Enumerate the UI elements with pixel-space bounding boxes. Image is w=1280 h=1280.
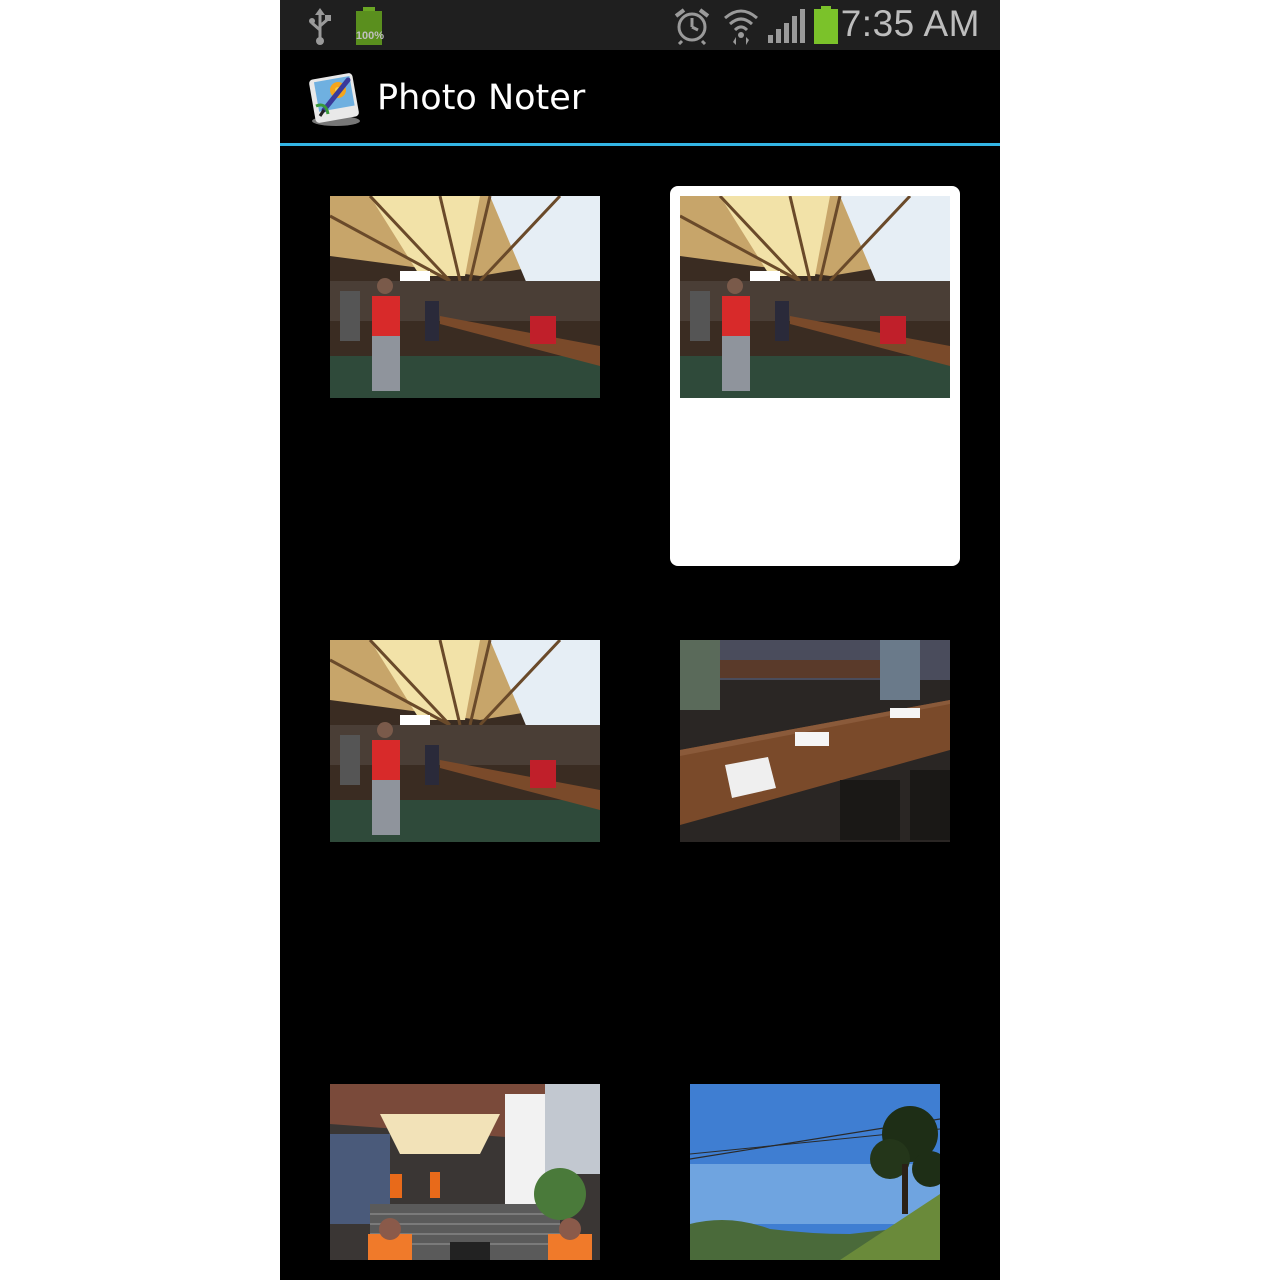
grid-item-sky-photo[interactable] [670, 1074, 960, 1280]
hall-photo-thumbnail [330, 640, 600, 842]
grid-item-hall-photo-2[interactable] [670, 186, 960, 566]
action-bar: Photo Noter [280, 50, 1000, 146]
grid-item-stairs-photo[interactable] [320, 1074, 610, 1280]
hall-photo-thumbnail [330, 196, 600, 398]
battery-percent-label: 100% [355, 30, 385, 42]
photo-noter-app-icon[interactable] [306, 66, 368, 128]
grid-item-table-photo[interactable] [670, 630, 960, 1010]
grid-item-hall-photo-1[interactable] [320, 186, 610, 566]
stairs-photo-thumbnail [330, 1084, 600, 1260]
status-bar: 100% 7:35 AM [280, 0, 1000, 50]
grid-item-hall-photo-3[interactable] [320, 630, 610, 1010]
phone-screen: 100% 7:35 AM Photo Noter [280, 0, 1000, 1280]
app-title: Photo Noter [377, 78, 586, 118]
hall-photo-thumbnail [680, 196, 950, 398]
wifi-icon [724, 9, 758, 45]
battery-icon [814, 6, 838, 44]
signal-icon [768, 9, 805, 43]
alarm-icon [674, 8, 710, 45]
status-time: 7:35 AM [840, 3, 980, 44]
table-photo-thumbnail [680, 640, 950, 842]
usb-icon [309, 8, 331, 45]
sky-photo-thumbnail [690, 1084, 940, 1260]
